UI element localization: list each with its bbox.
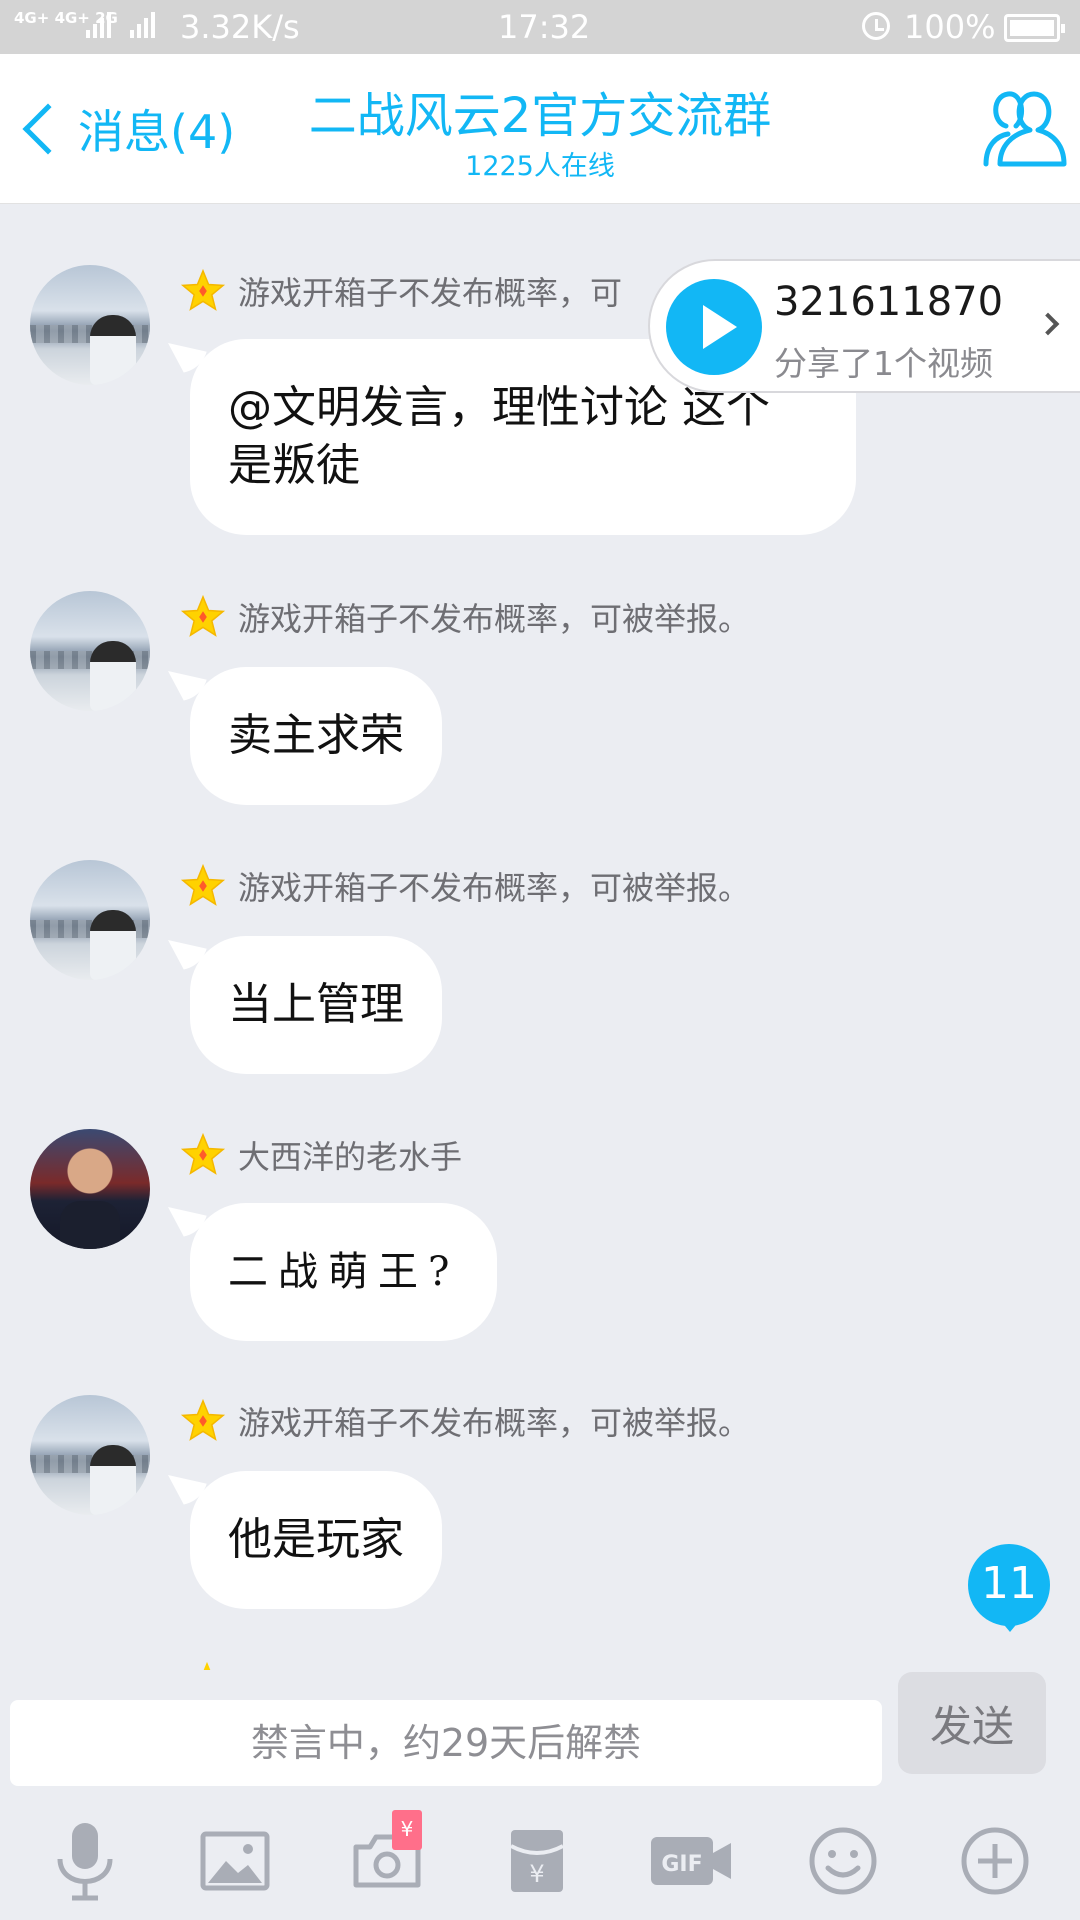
play-icon[interactable]	[666, 279, 762, 375]
network-speed: 3.32K/s	[180, 8, 300, 46]
online-count: 1225人在线	[465, 151, 615, 182]
message-bubble[interactable]: 二战萌王?	[190, 1203, 498, 1341]
star-badge-icon	[180, 268, 226, 311]
video-share-user: 321611870	[774, 279, 1004, 325]
battery-icon	[1004, 14, 1065, 42]
sender-row: 游戏开箱子不发布概率，可被举报。	[180, 858, 750, 914]
sea-avatar[interactable]	[30, 1395, 150, 1515]
camera-icon[interactable]: ¥	[342, 1810, 432, 1906]
svg-text:GIF: GIF	[661, 1852, 702, 1877]
microphone-icon[interactable]	[40, 1816, 130, 1906]
sender-name: 游戏开箱子不发布概率，可被举报。	[238, 869, 751, 907]
emoji-icon[interactable]	[798, 1816, 888, 1906]
chevron-right-icon	[1036, 312, 1060, 336]
message-bubble[interactable]: 他是玩家	[190, 1471, 442, 1609]
plus-icon[interactable]	[950, 1816, 1040, 1906]
sea-avatar[interactable]	[30, 265, 150, 385]
back-label: 消息(4)	[78, 105, 236, 159]
star-badge-icon	[203, 1661, 211, 1670]
battery-percent: 100%	[904, 8, 996, 46]
signal-icon-2	[130, 12, 155, 38]
sender-name: 大西洋的老水手	[238, 1138, 463, 1176]
chevron-left-icon	[22, 103, 74, 155]
unread-count-badge[interactable]: 11	[968, 1544, 1050, 1632]
message-bubble[interactable]: 卖主求荣	[190, 667, 442, 805]
clock: 17:32	[498, 8, 591, 46]
star-badge-icon	[180, 863, 226, 906]
sender-row: 大西洋的老水手	[180, 1127, 462, 1183]
group-members-icon[interactable]	[978, 86, 1068, 172]
sender-name: 游戏开箱子不发布概率，可被举报。	[238, 600, 751, 638]
sea-avatar[interactable]	[30, 591, 150, 711]
admiral-avatar[interactable]	[30, 1129, 150, 1249]
input-row: 发送	[0, 1670, 1080, 1790]
sender-row: 游戏开箱子不发布概率，可	[180, 263, 622, 319]
network-label-1: 4G+	[14, 9, 50, 27]
signal-icon	[86, 12, 111, 38]
svg-text:¥: ¥	[529, 1860, 544, 1888]
video-share-card[interactable]: 321611870 分享了1个视频	[648, 259, 1080, 393]
star-badge-icon	[180, 594, 226, 637]
send-button[interactable]: 发送	[898, 1672, 1046, 1774]
star-badge-icon	[180, 1398, 226, 1441]
status-bar: 4G+ 4G+ 2G 3.32K/s 17:32 100%	[0, 0, 1080, 54]
red-packet-badge: ¥	[392, 1810, 422, 1850]
sender-name: 游戏开箱子不发布概率，可	[238, 274, 623, 312]
back-button[interactable]: 消息(4)	[14, 94, 235, 164]
alarm-icon	[862, 12, 890, 40]
message-input[interactable]	[10, 1700, 882, 1786]
sender-row: 游戏开箱子不发布概率，可被举报。	[180, 1393, 750, 1449]
gif-icon[interactable]: GIF	[646, 1816, 736, 1906]
star-badge-icon	[180, 1132, 226, 1175]
red-packet-icon[interactable]: ¥	[492, 1816, 582, 1906]
chat-header: 消息(4) 二战风云2官方交流群 1225人在线	[0, 54, 1080, 204]
sender-name: 游戏开箱子不发布概率，可被举报。	[238, 1404, 751, 1442]
message-bubble[interactable]: 当上管理	[190, 936, 442, 1074]
input-toolbar: ¥ ¥ GIF	[0, 1790, 1080, 1920]
sender-row: 游戏开箱子不发布概率，可被举报。	[180, 589, 750, 645]
chat-messages[interactable]: 游戏开箱子不发布概率，可 @文明发言，理性讨论 这个 是叛徒 321611870…	[0, 205, 1080, 1670]
image-icon[interactable]	[190, 1816, 280, 1906]
group-title[interactable]: 二战风云2官方交流群	[240, 76, 840, 146]
sea-avatar[interactable]	[30, 860, 150, 980]
video-share-description: 分享了1个视频	[774, 344, 993, 383]
